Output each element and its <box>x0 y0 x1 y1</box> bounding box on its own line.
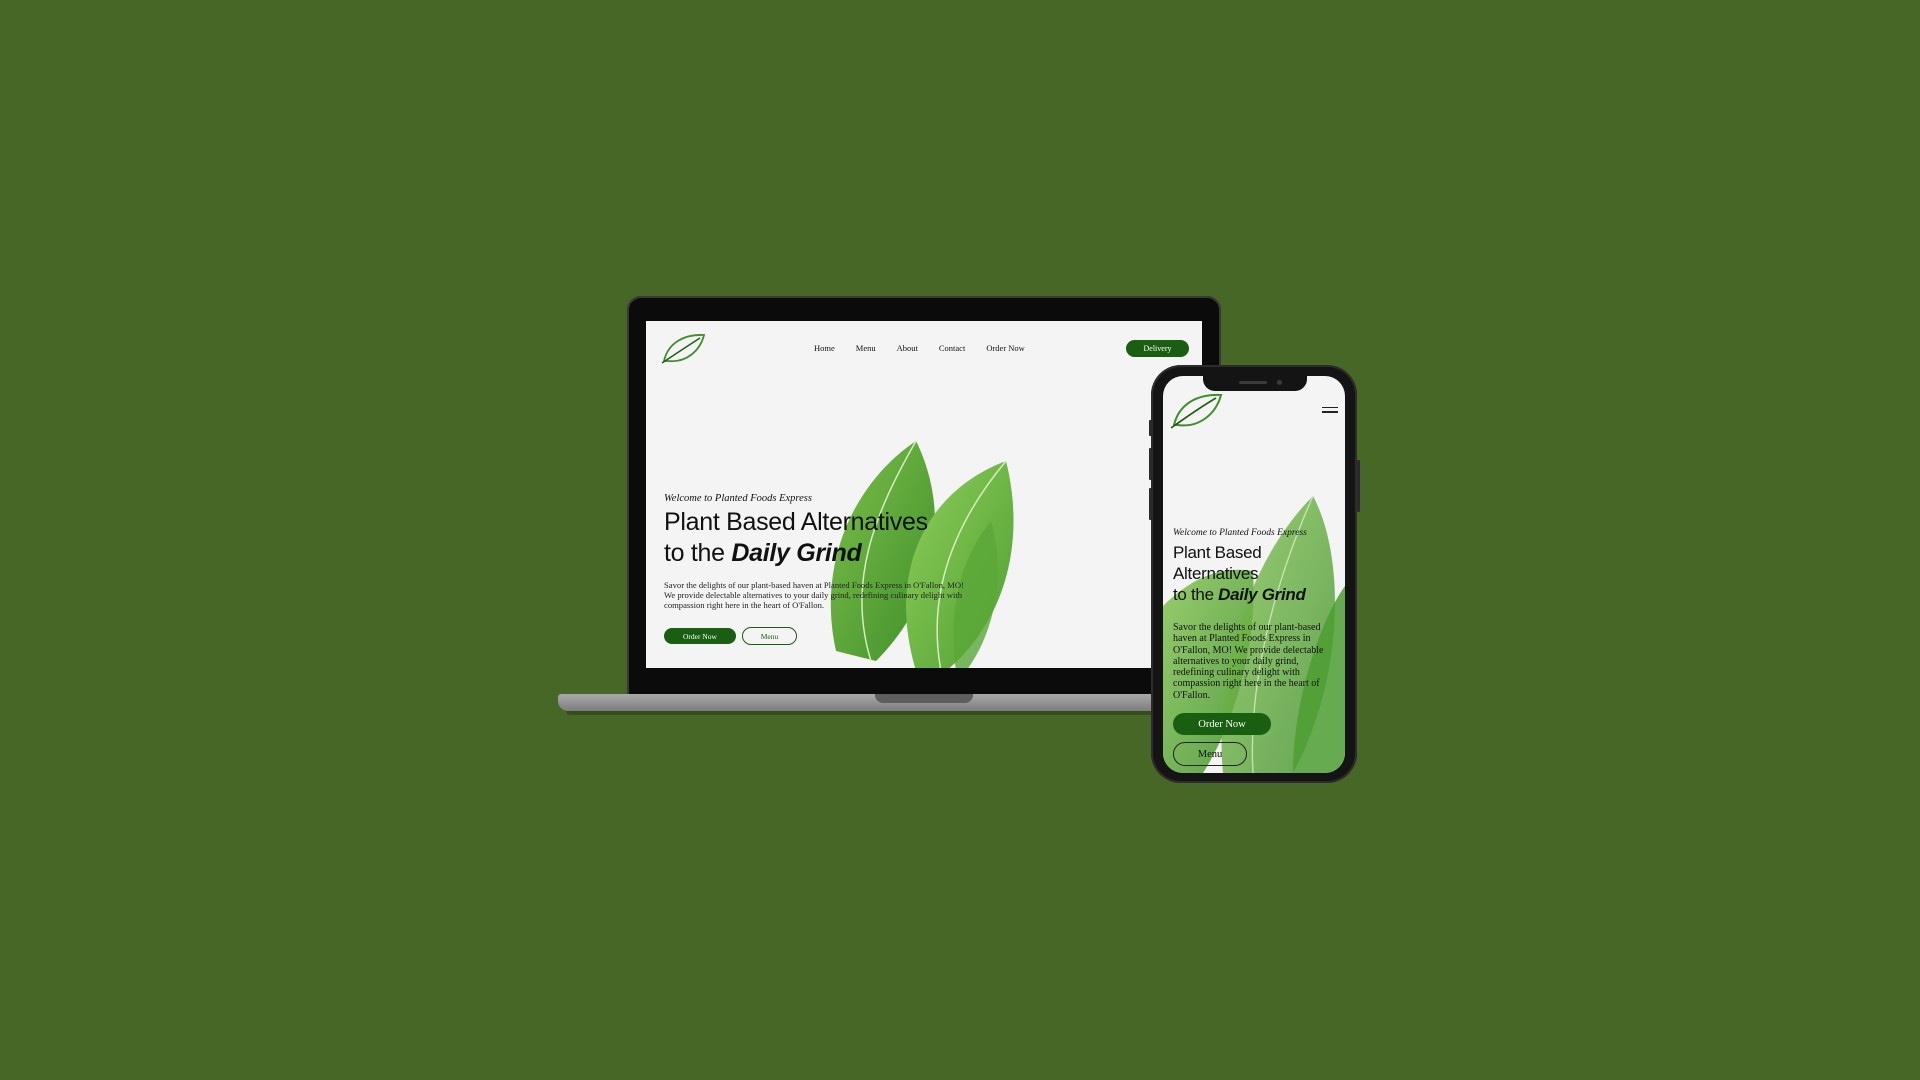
hero-title-emphasis: Daily Grind <box>731 539 862 567</box>
phone-power-button <box>1357 460 1360 512</box>
phone-speaker <box>1239 381 1267 384</box>
hero-description: Savor the delights of our plant-based ha… <box>1173 622 1324 701</box>
hamburger-menu-icon[interactable] <box>1322 407 1338 415</box>
nav-item-home[interactable]: Home <box>814 343 835 353</box>
hero-title-line2: Alternatives <box>1173 564 1259 583</box>
nav-item-menu[interactable]: Menu <box>856 343 876 353</box>
delivery-button[interactable]: Delivery <box>1126 340 1189 357</box>
laptop-screen: Home Menu About Contact Order Now Delive… <box>646 321 1202 668</box>
phone-screen: Welcome to Planted Foods Express Plant B… <box>1163 376 1345 773</box>
nav-item-about[interactable]: About <box>897 343 918 353</box>
phone-camera <box>1277 380 1282 385</box>
order-now-button[interactable]: Order Now <box>664 628 736 644</box>
phone-side-button <box>1149 448 1152 480</box>
phone-side-button <box>1149 488 1152 520</box>
hero-title-prefix: to the <box>1173 585 1214 604</box>
menu-button[interactable]: Menu <box>742 627 797 645</box>
hero-title: Plant Based Alternatives to the Daily Gr… <box>1173 542 1338 605</box>
hero-title-line1: Plant Based Alternatives <box>664 508 928 536</box>
menu-button[interactable]: Menu <box>1173 742 1247 766</box>
phone-side-button <box>1149 420 1152 436</box>
hero-title-emphasis: Daily Grind <box>1218 585 1306 604</box>
nav-item-contact[interactable]: Contact <box>939 343 965 353</box>
hero-welcome: Welcome to Planted Foods Express <box>1173 528 1307 538</box>
laptop-notch <box>875 694 973 703</box>
main-nav: Home Menu About Contact Order Now <box>814 343 1025 353</box>
leaf-logo-icon[interactable] <box>660 331 706 365</box>
nav-item-order-now[interactable]: Order Now <box>986 343 1024 353</box>
hero-title: Plant Based Alternatives to the Daily Gr… <box>664 507 994 569</box>
hero-welcome: Welcome to Planted Foods Express <box>664 493 812 504</box>
leaf-logo-icon[interactable] <box>1169 390 1223 430</box>
hero-title-line1: Plant Based <box>1173 543 1262 562</box>
hero-title-prefix: to the <box>664 539 725 567</box>
order-now-button[interactable]: Order Now <box>1173 713 1271 735</box>
hero-description: Savor the delights of our plant-based ha… <box>664 580 964 610</box>
